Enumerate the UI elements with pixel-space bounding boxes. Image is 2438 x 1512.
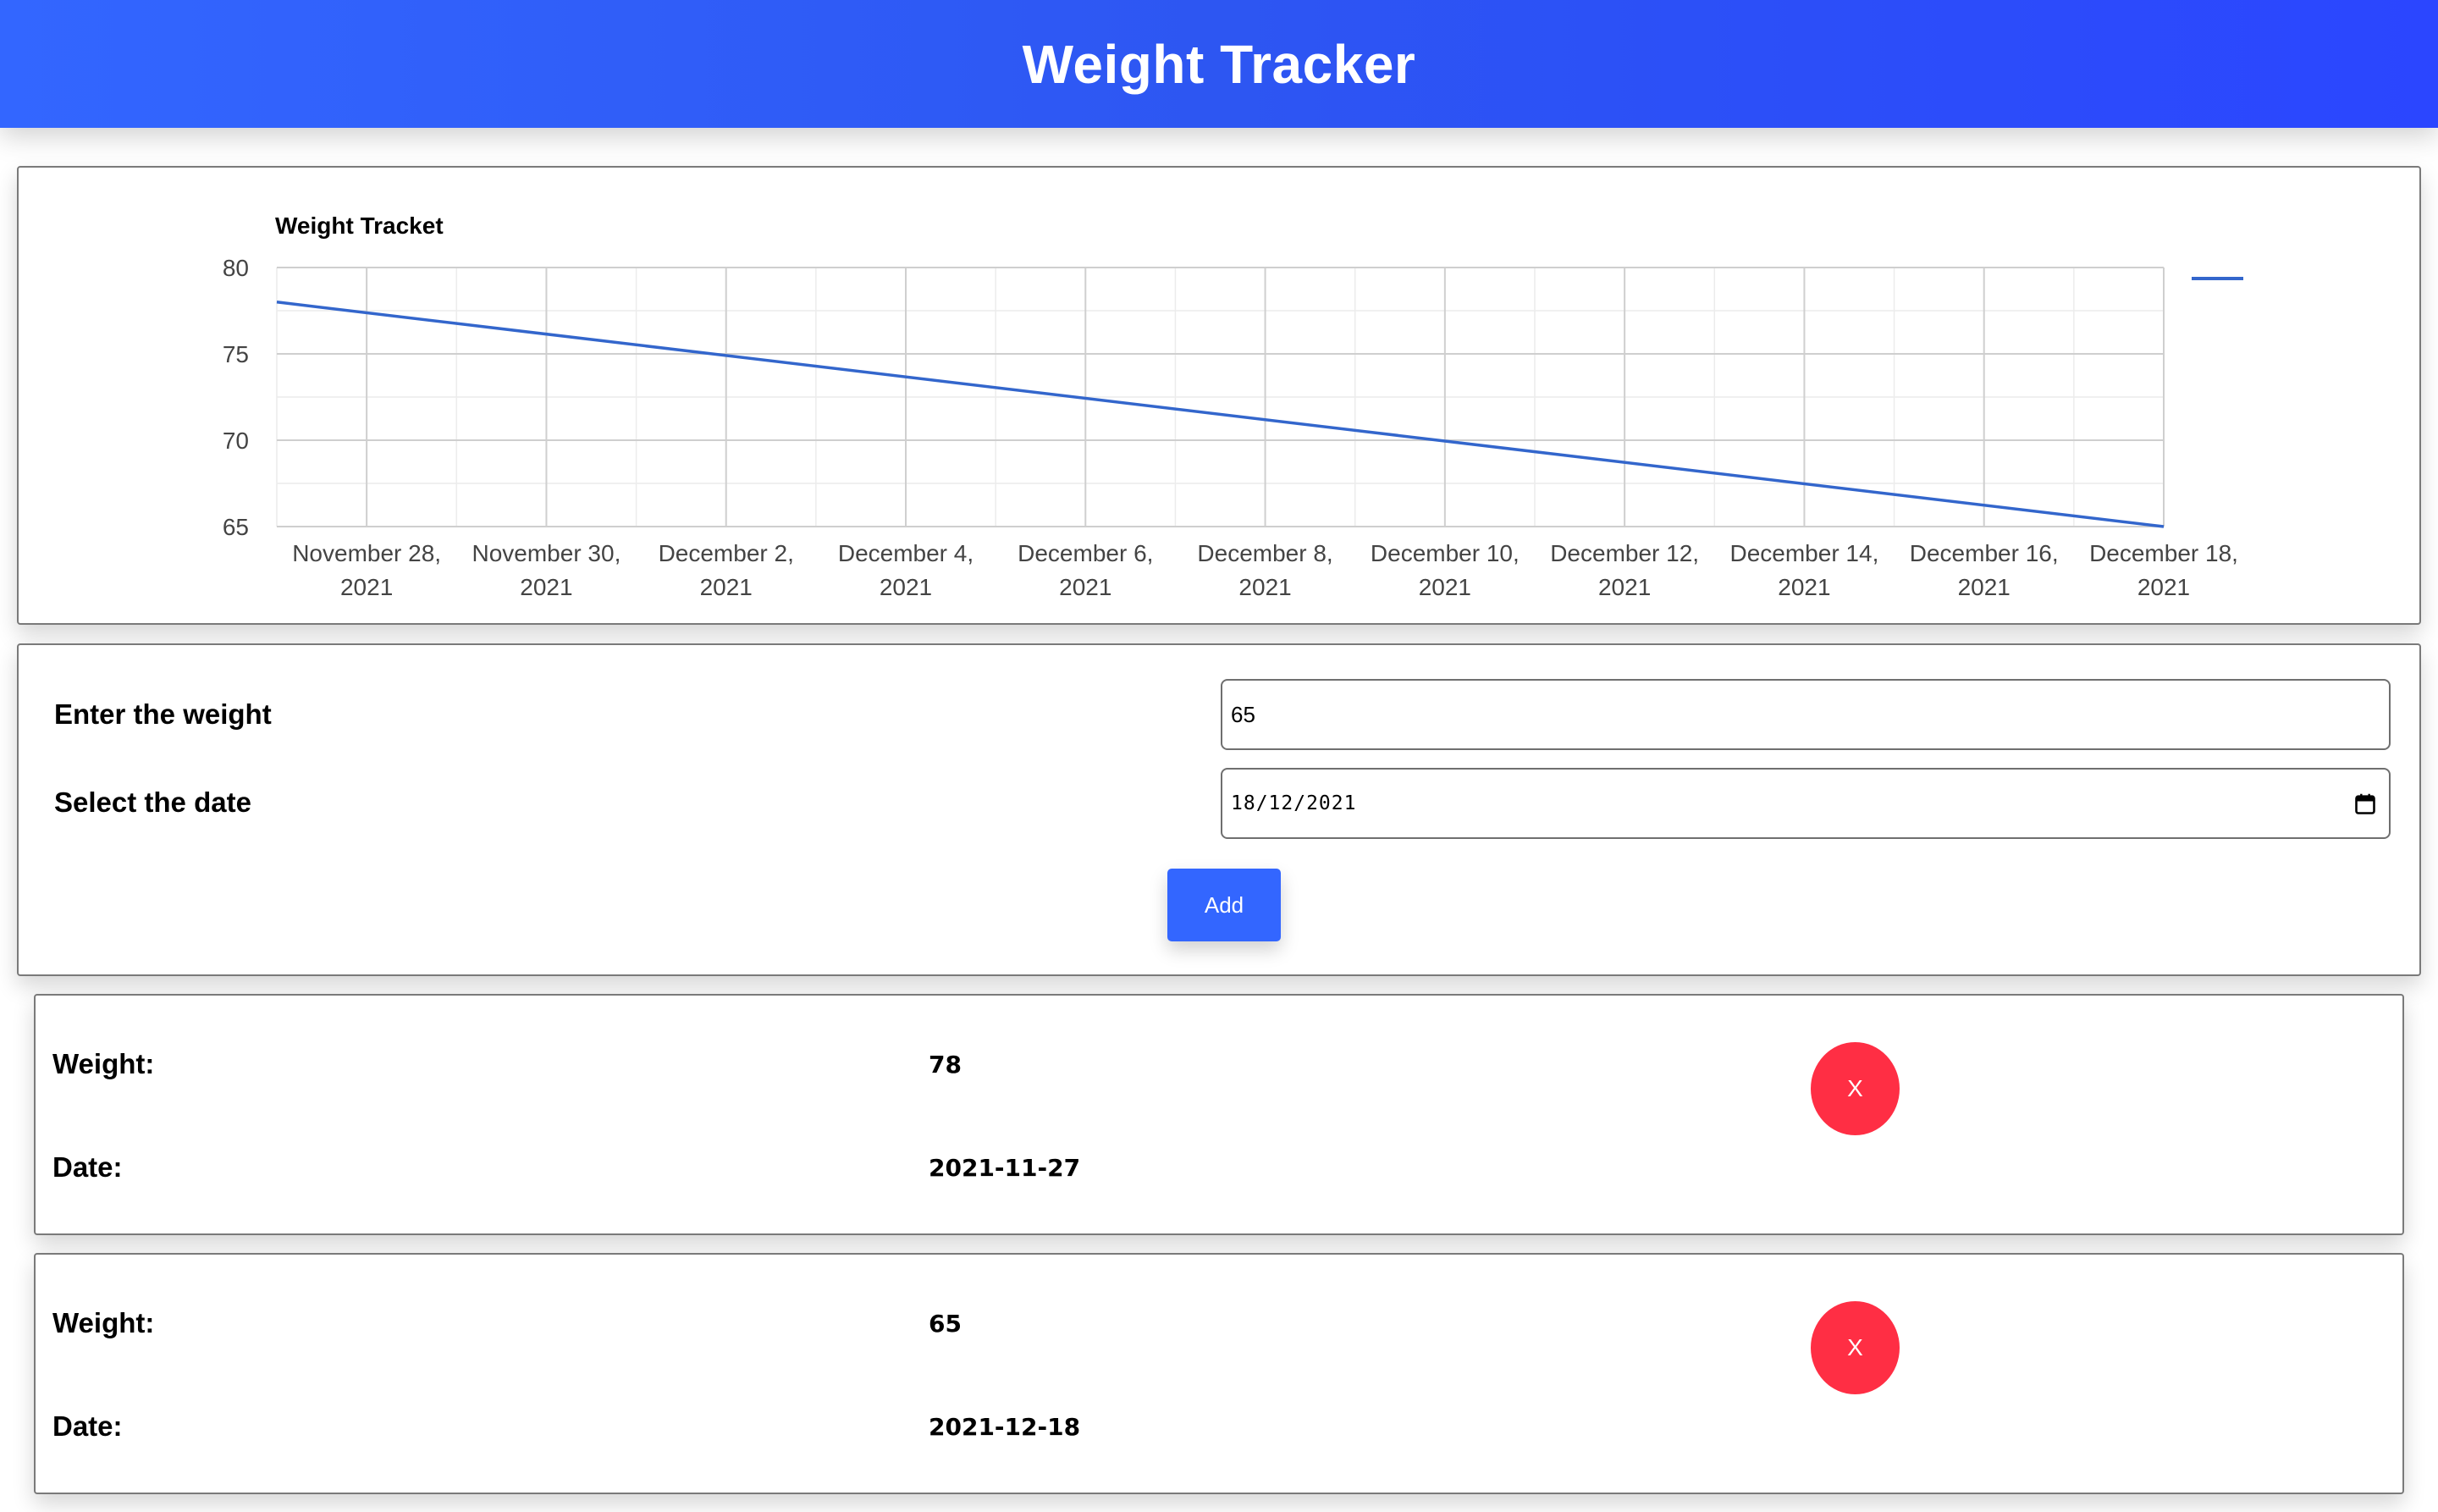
entry-weight-value: 78 [929,1051,962,1079]
entry-date-value: 2021-12-18 [929,1413,1081,1441]
weight-chart: Weight Tracket 65 70 75 80 November 28, 2021… [223,212,2243,600]
delete-entry-button[interactable]: X [1811,1301,1900,1394]
x-tick-label: December 12, [1550,540,1699,566]
page-title: Weight Tracker [1022,33,1416,95]
y-tick-label: 70 [223,428,249,454]
x-tick-label: December 2, [659,540,794,566]
x-tick-label: 2021 [1238,574,1291,600]
x-tick-label: 2021 [1778,574,1830,600]
x-tick-label: November 28, [292,540,441,566]
y-tick-label: 75 [223,341,249,367]
chart-card: Weight Tracket 65 70 75 80 November 28, 2021… [17,166,2421,625]
entry-form: Enter the weight 65 Select the date 18/1… [17,643,2421,976]
entry-weight-label: Weight: [52,1048,155,1079]
entry-weight-value: 65 [929,1310,962,1338]
weight-input[interactable]: 65 [1221,679,2391,750]
x-tick-label: 2021 [2137,574,2190,600]
x-tick-label: 2021 [520,574,572,600]
calendar-icon[interactable] [2353,792,2377,816]
date-label: Select the date [54,786,251,818]
weight-input-value: 65 [1231,701,1255,727]
x-tick-label: 2021 [1958,574,2011,600]
x-tick-label: 2021 [1059,574,1111,600]
date-input-value: 18/12/2021 [1231,792,1357,814]
entry-weight-label: Weight: [52,1307,155,1338]
delete-entry-button[interactable]: X [1811,1042,1900,1135]
chart-title: Weight Tracket [275,212,444,239]
x-tick-label: December 10, [1371,540,1520,566]
weight-entry: Weight: 65 Date: 2021-12-18 X [34,1253,2404,1494]
x-tick-label: 2021 [700,574,753,600]
x-tick-label: December 14, [1729,540,1878,566]
x-tick-label: 2021 [880,574,932,600]
x-tick-label: December 6, [1018,540,1153,566]
entry-date-label: Date: [52,1410,123,1442]
x-tick-label: December 16, [1910,540,2059,566]
y-tick-label: 65 [223,514,249,540]
app-header: Weight Tracker [0,0,2438,128]
weight-entry: Weight: 78 Date: 2021-11-27 X [34,994,2404,1235]
x-tick-label: December 8, [1197,540,1332,566]
x-tick-label: 2021 [1598,574,1651,600]
entry-date-value: 2021-11-27 [929,1154,1081,1182]
x-tick-label: 2021 [1419,574,1471,600]
y-tick-label: 80 [223,255,249,281]
add-button[interactable]: Add [1167,869,1281,941]
weight-series-line [276,301,2165,528]
x-tick-label: December 4, [838,540,974,566]
weight-label: Enter the weight [54,698,272,730]
x-tick-label: 2021 [340,574,393,600]
x-tick-label: December 18, [2089,540,2238,566]
x-tick-label: November 30, [472,540,621,566]
date-input[interactable]: 18/12/2021 [1221,768,2391,839]
entry-date-label: Date: [52,1151,123,1183]
